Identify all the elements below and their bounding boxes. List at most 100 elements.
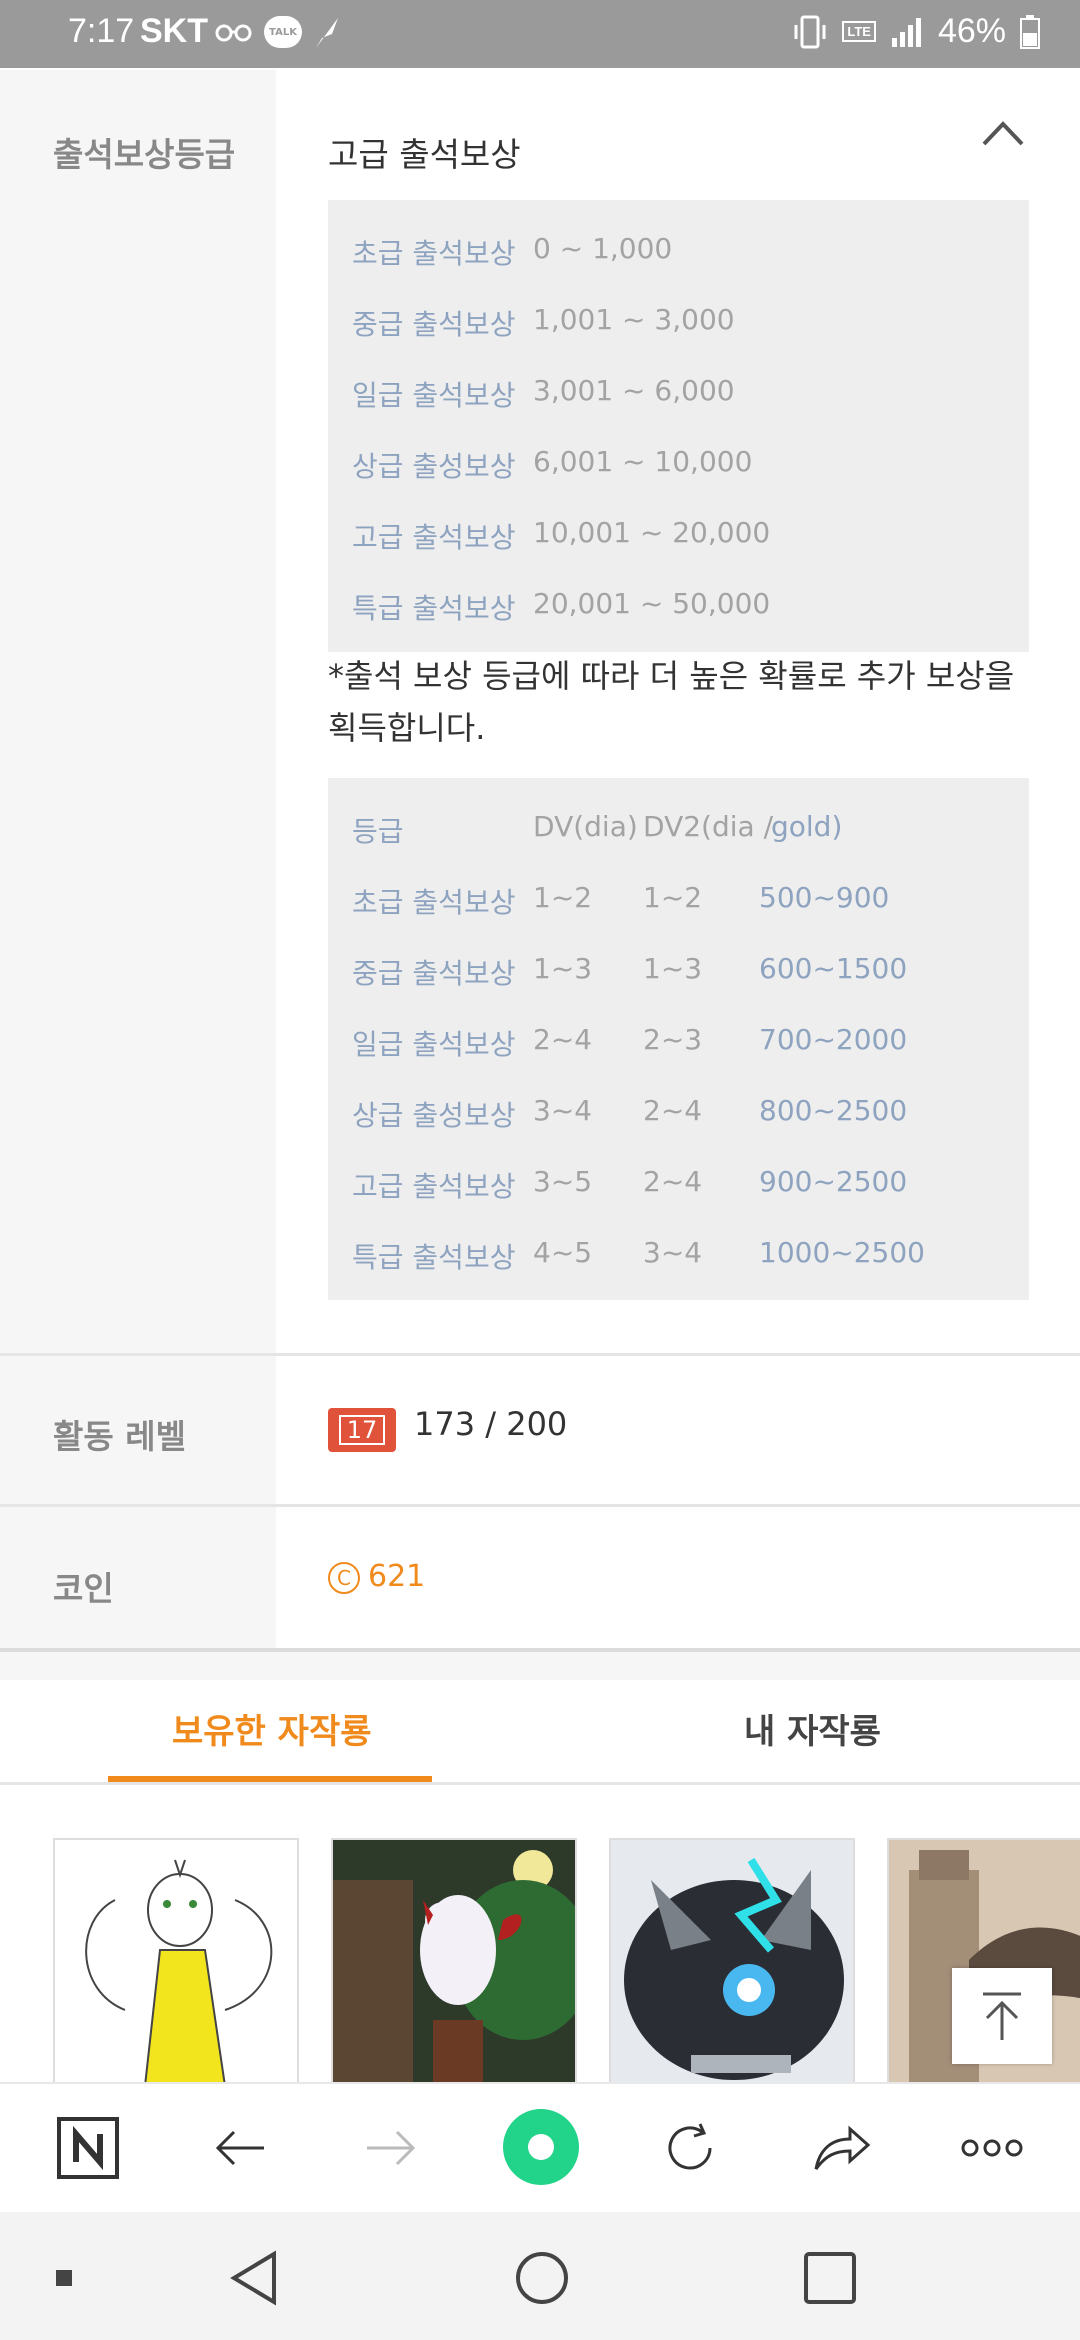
reward-gold: 1000~2500 bbox=[759, 1236, 925, 1269]
reward-dv: 1~2 bbox=[533, 881, 593, 914]
talk-icon: TALK bbox=[264, 16, 302, 48]
reward-grade: 중급 출석보상 bbox=[352, 957, 516, 990]
coin-value: 621 bbox=[368, 1559, 426, 1594]
lte-icon: LTE bbox=[842, 21, 876, 42]
refresh-button[interactable] bbox=[654, 2112, 726, 2184]
reward-dv2: 2~4 bbox=[643, 1094, 703, 1127]
reward-dv2: 2~3 bbox=[643, 1023, 703, 1056]
arrow-up-to-top-icon bbox=[983, 1992, 1021, 2040]
green-dot-button[interactable] bbox=[502, 2108, 580, 2186]
home-circle-icon bbox=[516, 2252, 568, 2304]
level-badge-text: 17 bbox=[338, 1415, 386, 1445]
naver-home-button[interactable] bbox=[52, 2112, 124, 2184]
dragon-thumbnail-list bbox=[0, 1838, 1080, 2084]
header-gold: gold) bbox=[771, 810, 843, 843]
reward-grade: 초급 출석보상 bbox=[352, 886, 516, 919]
status-bar: 7:17 SKT TALK LTE 46% bbox=[0, 0, 1080, 68]
browser-toolbar bbox=[0, 2082, 1080, 2214]
attendance-label-column bbox=[0, 70, 276, 1353]
forward-button[interactable] bbox=[355, 2112, 427, 2184]
activity-value: 173 / 200 bbox=[414, 1405, 568, 1443]
grade-name: 일급 출석보상 bbox=[352, 379, 516, 412]
share-button[interactable] bbox=[806, 2112, 878, 2184]
attendance-label: 출석보상등급 bbox=[53, 135, 236, 174]
status-notification-icons: TALK bbox=[214, 14, 342, 50]
dragon-image bbox=[85, 1859, 273, 2082]
grade-range: 6,001 ~ 10,000 bbox=[533, 445, 753, 478]
system-navigation-bar bbox=[0, 2212, 1080, 2340]
grade-name: 상급 출성보상 bbox=[352, 450, 516, 483]
reward-gold: 900~2500 bbox=[759, 1165, 908, 1198]
coin-icon: C bbox=[328, 1562, 360, 1594]
dragon-image bbox=[333, 1840, 575, 2082]
grade-range: 20,001 ~ 50,000 bbox=[533, 587, 771, 620]
more-button[interactable] bbox=[956, 2112, 1028, 2184]
battery-percent: 46% bbox=[937, 12, 1006, 50]
grade-range: 3,001 ~ 6,000 bbox=[533, 374, 735, 407]
back-triangle-icon bbox=[230, 2250, 276, 2306]
reward-dv: 4~5 bbox=[533, 1236, 593, 1269]
grade-range: 0 ~ 1,000 bbox=[533, 232, 673, 265]
glasses-icon bbox=[215, 24, 252, 42]
header-dv2: DV2(dia / bbox=[643, 810, 774, 843]
back-arrow-icon bbox=[215, 2130, 264, 2166]
naver-icon bbox=[57, 2117, 119, 2179]
signal-icon bbox=[891, 17, 921, 47]
reward-dv: 2~4 bbox=[533, 1023, 593, 1056]
coin-label: 코인 bbox=[53, 1569, 114, 1608]
reward-grade: 특급 출석보상 bbox=[352, 1241, 516, 1274]
grade-name: 고급 출석보상 bbox=[352, 521, 516, 554]
dragon-thumbnail[interactable] bbox=[331, 1838, 577, 2084]
header-dv: DV(dia) bbox=[533, 810, 638, 843]
tab-owned-dragons[interactable]: 보유한 자작룡 bbox=[172, 1704, 372, 1753]
system-home-button[interactable] bbox=[514, 2250, 570, 2310]
grade-name: 초급 출석보상 bbox=[352, 237, 516, 270]
more-icon bbox=[961, 2139, 1023, 2157]
refresh-icon bbox=[668, 2123, 712, 2170]
reward-table: 등급 DV(dia) DV2(dia / gold) 초급 출석보상 1~2 1… bbox=[328, 778, 1029, 1300]
forward-arrow-icon bbox=[367, 2130, 416, 2166]
battery-icon bbox=[1020, 14, 1040, 49]
reward-dv2: 1~2 bbox=[643, 881, 703, 914]
reward-dv: 3~4 bbox=[533, 1094, 593, 1127]
reward-dv2: 3~4 bbox=[643, 1236, 703, 1269]
system-back-button[interactable] bbox=[228, 2250, 280, 2310]
grade-name: 특급 출석보상 bbox=[352, 592, 516, 625]
dragon-image bbox=[611, 1840, 853, 2082]
tab-my-dragons[interactable]: 내 자작룡 bbox=[744, 1704, 881, 1753]
dragon-thumbnail[interactable] bbox=[609, 1838, 855, 2084]
share-icon bbox=[814, 2125, 871, 2170]
collapse-button[interactable] bbox=[980, 118, 1040, 168]
recents-square-icon bbox=[804, 2252, 856, 2304]
system-recents-button[interactable] bbox=[802, 2250, 858, 2310]
grade-range: 1,001 ~ 3,000 bbox=[533, 303, 735, 336]
grade-name: 중급 출석보상 bbox=[352, 308, 516, 341]
scroll-to-top-button[interactable] bbox=[952, 1968, 1052, 2064]
chevron-up-icon bbox=[982, 121, 1024, 146]
vibrate-icon bbox=[794, 15, 826, 48]
reward-gold: 600~1500 bbox=[759, 952, 908, 985]
reward-dv2: 2~4 bbox=[643, 1165, 703, 1198]
reward-dv: 3~5 bbox=[533, 1165, 593, 1198]
grade-range: 10,001 ~ 20,000 bbox=[533, 516, 771, 549]
reward-grade: 고급 출석보상 bbox=[352, 1170, 516, 1203]
dragon-thumbnail[interactable] bbox=[53, 1838, 299, 2084]
reward-dv2: 1~3 bbox=[643, 952, 703, 985]
back-button[interactable] bbox=[204, 2112, 276, 2184]
level-badge: 17 bbox=[328, 1408, 396, 1452]
status-carrier: SKT bbox=[140, 12, 208, 50]
dragon-tabs: 보유한 자작룡 내 자작룡 bbox=[0, 1680, 1080, 1784]
status-right-icons: LTE 46% bbox=[792, 12, 1040, 51]
square-dot-icon[interactable] bbox=[56, 2270, 72, 2286]
green-circle-icon bbox=[503, 2109, 579, 2185]
coin-label-column bbox=[0, 1507, 276, 1649]
reward-grade: 일급 출석보상 bbox=[352, 1028, 516, 1061]
reward-grade: 상급 출성보상 bbox=[352, 1099, 516, 1132]
reward-gold: 800~2500 bbox=[759, 1094, 908, 1127]
reward-gold: 700~2000 bbox=[759, 1023, 908, 1056]
header-grade: 등급 bbox=[352, 815, 404, 848]
feather-icon bbox=[316, 18, 338, 48]
divider bbox=[0, 1782, 1080, 1785]
attendance-note: *출석 보상 등급에 따라 더 높은 확률로 추가 보상을 획득합니다. bbox=[328, 657, 1015, 747]
reward-gold: 500~900 bbox=[759, 881, 890, 914]
